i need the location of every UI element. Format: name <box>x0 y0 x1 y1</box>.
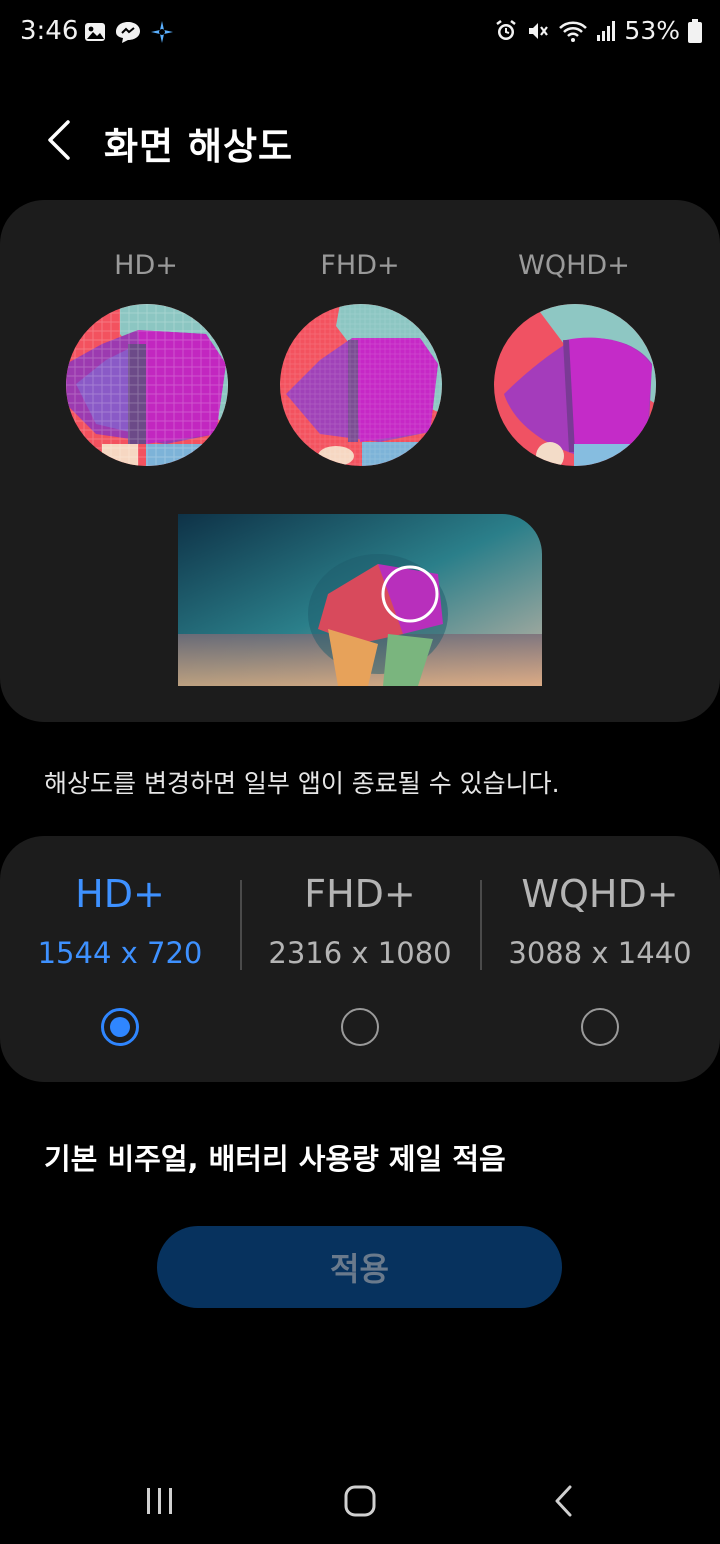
system-status-icons: 53% <box>494 16 702 45</box>
resolution-value: 2316 x 1080 <box>268 936 452 970</box>
resolution-value: 3088 x 1440 <box>508 936 692 970</box>
chevron-left-icon <box>48 120 70 160</box>
notification-icons <box>84 20 174 44</box>
messenger-icon <box>116 22 140 43</box>
apply-button[interactable]: 적용 <box>157 1226 562 1308</box>
recents-icon <box>147 1488 172 1514</box>
recents-button[interactable] <box>130 1476 190 1526</box>
resolution-selector: HD+ 1544 x 720 FHD+ 2316 x 1080 WQHD+ 30… <box>0 836 720 1082</box>
page-title: 화면 해상도 <box>104 125 294 168</box>
back-icon <box>555 1485 572 1517</box>
mute-icon <box>529 22 549 39</box>
gallery-icon <box>85 23 105 41</box>
resolution-option-hd[interactable]: HD+ 1544 x 720 <box>0 836 240 1082</box>
back-button[interactable] <box>38 118 82 162</box>
preview-reference-image <box>178 514 542 686</box>
resolution-name: FHD+ <box>304 872 416 916</box>
battery-icon <box>688 18 702 43</box>
resolution-preview-card: HD+ FHD+ WQHD+ <box>0 200 720 722</box>
resolution-name: HD+ <box>75 872 165 916</box>
preview-circle-wqhd <box>494 304 656 466</box>
wifi-icon <box>559 21 588 42</box>
navigation-bar <box>0 1460 720 1544</box>
system-back-button[interactable] <box>534 1476 594 1526</box>
preview-label-fhd: FHD+ <box>320 250 400 281</box>
resolution-option-fhd[interactable]: FHD+ 2316 x 1080 <box>240 836 480 1082</box>
preview-circle-fhd <box>280 304 442 466</box>
signal-icon <box>597 20 616 41</box>
resolution-warning-text: 해상도를 변경하면 일부 앱이 종료될 수 있습니다. <box>44 769 560 798</box>
resolution-name: WQHD+ <box>521 872 679 916</box>
battery-percent: 53% <box>624 16 680 45</box>
status-bar: 3:46 53% <box>0 0 720 66</box>
resolution-option-wqhd[interactable]: WQHD+ 3088 x 1440 <box>480 836 720 1082</box>
preview-circle-hd <box>66 304 228 466</box>
status-time: 3:46 <box>20 16 79 46</box>
resolution-description: 기본 비주얼, 배터리 사용량 제일 적음 <box>44 1142 506 1176</box>
radio-button-hd[interactable] <box>101 1008 139 1046</box>
sparkle-icon <box>151 21 173 43</box>
alarm-icon <box>496 19 517 40</box>
resolution-value: 1544 x 720 <box>37 936 203 970</box>
radio-button-fhd[interactable] <box>341 1008 379 1046</box>
radio-button-wqhd[interactable] <box>581 1008 619 1046</box>
preview-label-hd: HD+ <box>114 250 178 281</box>
preview-label-wqhd: WQHD+ <box>518 250 630 281</box>
home-icon <box>344 1485 376 1517</box>
home-button[interactable] <box>330 1476 390 1526</box>
